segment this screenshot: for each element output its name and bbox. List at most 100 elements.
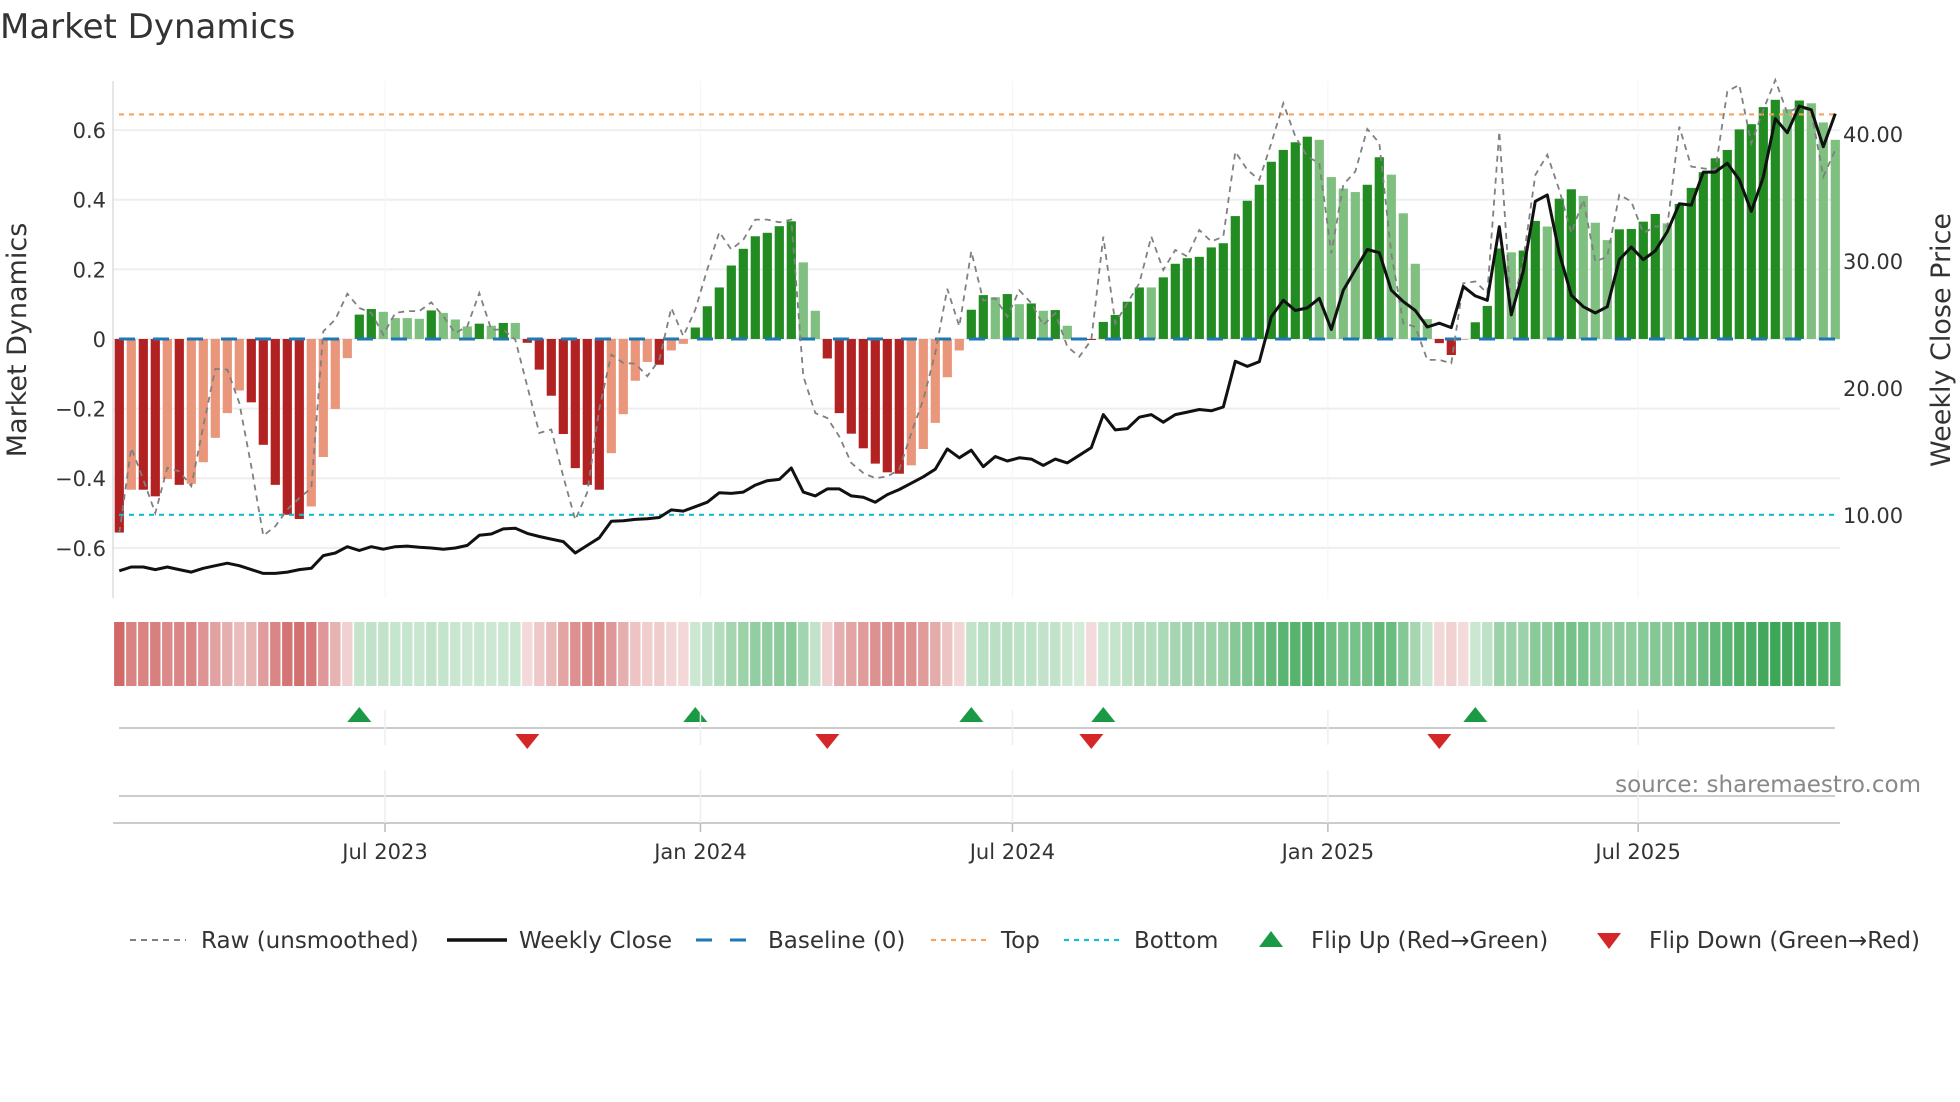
heat-strip-cell [1614,622,1625,686]
momentum-bar [1782,109,1792,339]
market-dynamics-chart: Market Dynamics 0.6 0.4 0.2 0 −0.2 −0.4 −0.6 4… [0,7,1957,954]
heat-strip-cell [1698,622,1709,686]
heat-strip-cell [306,622,317,686]
momentum-bar [1566,189,1576,339]
legend-label: Flip Up (Red→Green) [1311,928,1548,954]
heat-strip-cell [810,622,821,686]
momentum-bar [1410,263,1420,339]
flip-down-icon [1597,933,1621,949]
heat-strip-cell [1002,622,1013,686]
heat-strip-cell [498,622,509,686]
momentum-bar [1146,287,1156,339]
momentum-bar [1686,187,1696,339]
heat-strip-cell [222,622,233,686]
heat-strip-cell [870,622,881,686]
heat-strip-cell [450,622,461,686]
momentum-bar [474,323,484,339]
heat-strip-cell [1338,622,1349,686]
momentum-bar [918,338,928,449]
momentum-bar [318,338,328,457]
momentum-bar [834,338,844,414]
heat-strip-cell [330,622,341,686]
legend-item-flip-down: Flip Down (Green→Red) [1597,928,1920,954]
momentum-bar [1242,200,1252,339]
heat-strip-cell [1650,622,1661,686]
heat-strip-cell [978,622,989,686]
heat-strip-cell [1782,622,1793,686]
momentum-bar [1014,304,1024,339]
heat-strip-cell [1254,622,1265,686]
momentum-bar [846,338,856,434]
heat-strip-cell [606,622,617,686]
heat-strip-cell [522,622,533,686]
flip-up-marker [347,707,372,722]
heat-strip-cell [390,622,401,686]
momentum-bar [138,338,148,490]
momentum-bar [342,338,352,359]
left-tick-label: −0.4 [55,467,106,491]
heat-strip-cell [534,622,545,686]
momentum-bar [1746,124,1756,339]
heat-strip-cell [714,622,725,686]
momentum-bar [1590,222,1600,339]
momentum-bar [870,338,880,464]
heat-strip-cell [1122,622,1133,686]
momentum-bar [354,314,364,339]
heat-strip-cell [1038,622,1049,686]
heat-strip-cell [1098,622,1109,686]
heat-strip-cell [1062,622,1073,686]
heat-strip-cell [1170,622,1181,686]
legend: Raw (unsmoothed) Weekly Close Baseline (0)… [130,928,1920,954]
right-axis-ticks: 40.00 30.00 20.00 10.00 [1843,123,1903,528]
x-tick-label: Jan 2024 [652,840,747,864]
momentum-bar [1158,277,1168,339]
heat-strip-cell [1506,622,1517,686]
heat-strip-cell [822,622,833,686]
momentum-bar [546,338,556,396]
heat-strip-cell [1410,622,1421,686]
momentum-bar [882,338,892,473]
momentum-bar [162,338,172,479]
momentum-bar [1278,149,1288,339]
momentum-bar [762,232,772,339]
momentum-bar [1650,213,1660,339]
heat-strip-cell [1482,622,1493,686]
momentum-bar [1218,243,1228,339]
heat-strip-cell [1638,622,1649,686]
x-tick-label: Jul 2023 [340,840,427,864]
heat-strip-cell [258,622,269,686]
momentum-bar [618,338,628,415]
heat-strip-cell [1746,622,1757,686]
momentum-bar [774,226,784,339]
heat-strip-cell [762,622,773,686]
momentum-bar [1338,188,1348,339]
momentum-bar [1110,314,1120,339]
momentum-bar [486,325,496,339]
heat-strip-cell [1182,622,1193,686]
heat-strip-cell [462,622,473,686]
momentum-bar [150,338,160,497]
heat-strip-cell [486,622,497,686]
series-lines [118,77,1837,575]
momentum-bar [822,338,832,359]
momentum-bar [978,295,988,339]
heat-strip-cell [1218,622,1229,686]
flip-up-marker [959,707,984,722]
momentum-bar [942,338,952,378]
heat-strip-cell [510,622,521,686]
heat-strip-cell [582,622,593,686]
momentum-bar [1698,172,1708,339]
momentum-bar [246,338,256,403]
heat-strip-cell [270,622,281,686]
legend-label: Baseline (0) [768,928,905,954]
momentum-bar [1206,247,1216,339]
momentum-bar [402,318,412,339]
momentum-bar [1674,203,1684,339]
heat-strip-cell [1518,622,1529,686]
momentum-bar [654,338,664,365]
flip-down-marker [1079,734,1104,749]
momentum-bar [1758,107,1768,339]
heat-strip-cell [558,622,569,686]
heat-strip-cell [1674,622,1685,686]
flip-down-marker [515,734,540,749]
